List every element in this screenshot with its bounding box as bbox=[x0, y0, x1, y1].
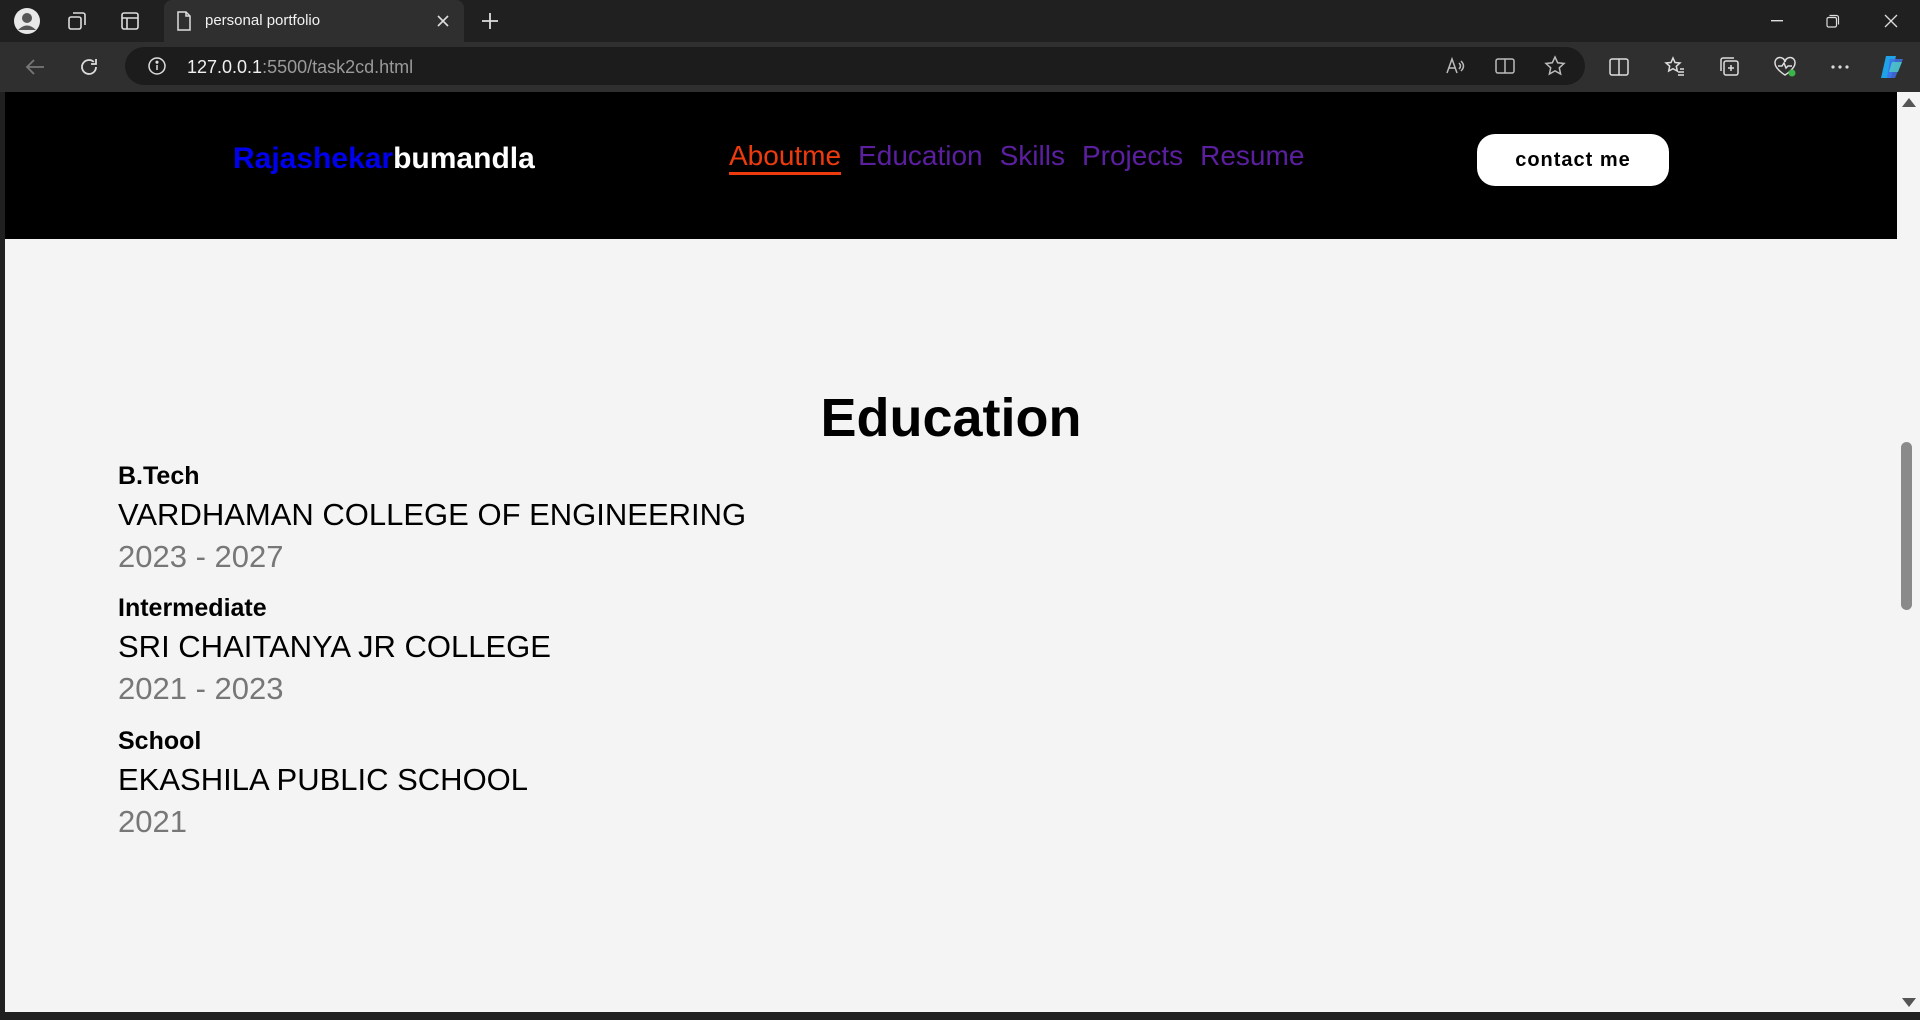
education-degree: Intermediate bbox=[118, 594, 267, 622]
nav-link-education[interactable]: Education bbox=[858, 140, 983, 175]
read-aloud-icon[interactable] bbox=[1441, 52, 1469, 80]
profile-icon[interactable] bbox=[13, 7, 41, 35]
site-info-icon[interactable] bbox=[143, 52, 171, 80]
nav-link-resume[interactable]: Resume bbox=[1200, 140, 1304, 175]
education-institution: EKASHILA PUBLIC SCHOOL bbox=[118, 762, 529, 797]
scroll-down-arrow-icon[interactable] bbox=[1902, 998, 1916, 1007]
page-viewport: Rajashekarbumandla Aboutme Education Ski… bbox=[5, 92, 1897, 1012]
workspaces-icon[interactable] bbox=[63, 7, 91, 35]
new-tab-icon[interactable] bbox=[476, 7, 504, 35]
favorites-icon[interactable] bbox=[1661, 53, 1689, 81]
refresh-icon[interactable] bbox=[75, 53, 103, 81]
split-screen-icon[interactable] bbox=[1605, 53, 1633, 81]
url-path: :5500/task2cd.html bbox=[262, 57, 414, 77]
address-bar[interactable]: 127.0.0.1:5500/task2cd.html bbox=[125, 47, 1585, 85]
education-years: 2021 - 2023 bbox=[118, 671, 284, 706]
education-degree: School bbox=[118, 727, 202, 755]
nav-link-skills[interactable]: Skills bbox=[1000, 140, 1065, 175]
close-tab-icon[interactable] bbox=[432, 10, 454, 32]
nav-link-aboutme[interactable]: Aboutme bbox=[729, 140, 842, 175]
education-degree: B.Tech bbox=[118, 462, 200, 490]
restore-icon[interactable] bbox=[1804, 0, 1862, 42]
url-text[interactable]: 127.0.0.1:5500/task2cd.html bbox=[187, 57, 413, 78]
tab-title: personal portfolio bbox=[205, 12, 321, 29]
education-institution: VARDHAMAN COLLEGE OF ENGINEERING bbox=[118, 497, 747, 532]
immersive-reader-icon[interactable] bbox=[1491, 52, 1519, 80]
logo-last-name: bumandla bbox=[393, 142, 535, 175]
education-heading: Education bbox=[820, 388, 1082, 448]
education-years: 2023 - 2027 bbox=[118, 539, 284, 574]
url-host: 127.0.0.1 bbox=[187, 57, 263, 77]
collections-icon[interactable] bbox=[1716, 53, 1744, 81]
browser-toolbar: 127.0.0.1:5500/task2cd.html bbox=[0, 42, 1920, 92]
favorite-star-icon[interactable] bbox=[1541, 52, 1569, 80]
education-years: 2021 bbox=[118, 804, 187, 839]
back-icon[interactable] bbox=[21, 53, 49, 81]
minimize-icon[interactable] bbox=[1748, 0, 1806, 42]
scroll-up-arrow-icon[interactable] bbox=[1902, 98, 1916, 107]
active-tab[interactable]: personal portfolio bbox=[164, 0, 464, 42]
copilot-icon[interactable] bbox=[1878, 53, 1906, 81]
scrollbar-thumb[interactable] bbox=[1901, 442, 1912, 610]
nav-link-projects[interactable]: Projects bbox=[1082, 140, 1183, 175]
main-nav: Aboutme Education Skills Projects Resume bbox=[729, 140, 1321, 175]
tab-actions-icon[interactable] bbox=[116, 7, 144, 35]
contact-me-button[interactable]: contact me bbox=[1477, 134, 1669, 186]
browser-tab-strip: personal portfolio bbox=[0, 0, 1920, 42]
site-header: Rajashekarbumandla Aboutme Education Ski… bbox=[5, 92, 1897, 239]
browser-essentials-icon[interactable] bbox=[1771, 53, 1799, 81]
site-logo: Rajashekarbumandla bbox=[233, 142, 535, 176]
more-options-icon[interactable] bbox=[1826, 53, 1854, 81]
education-entry: School EKASHILA PUBLIC SCHOOL 2021 bbox=[118, 727, 528, 840]
education-entry: Intermediate SRI CHAITANYA JR COLLEGE 20… bbox=[118, 594, 551, 707]
education-institution: SRI CHAITANYA JR COLLEGE bbox=[118, 629, 551, 664]
close-window-icon[interactable] bbox=[1862, 0, 1920, 42]
page-icon bbox=[176, 11, 192, 36]
education-entry: B.Tech VARDHAMAN COLLEGE OF ENGINEERING … bbox=[118, 462, 746, 575]
logo-first-name: Rajashekar bbox=[233, 142, 394, 175]
